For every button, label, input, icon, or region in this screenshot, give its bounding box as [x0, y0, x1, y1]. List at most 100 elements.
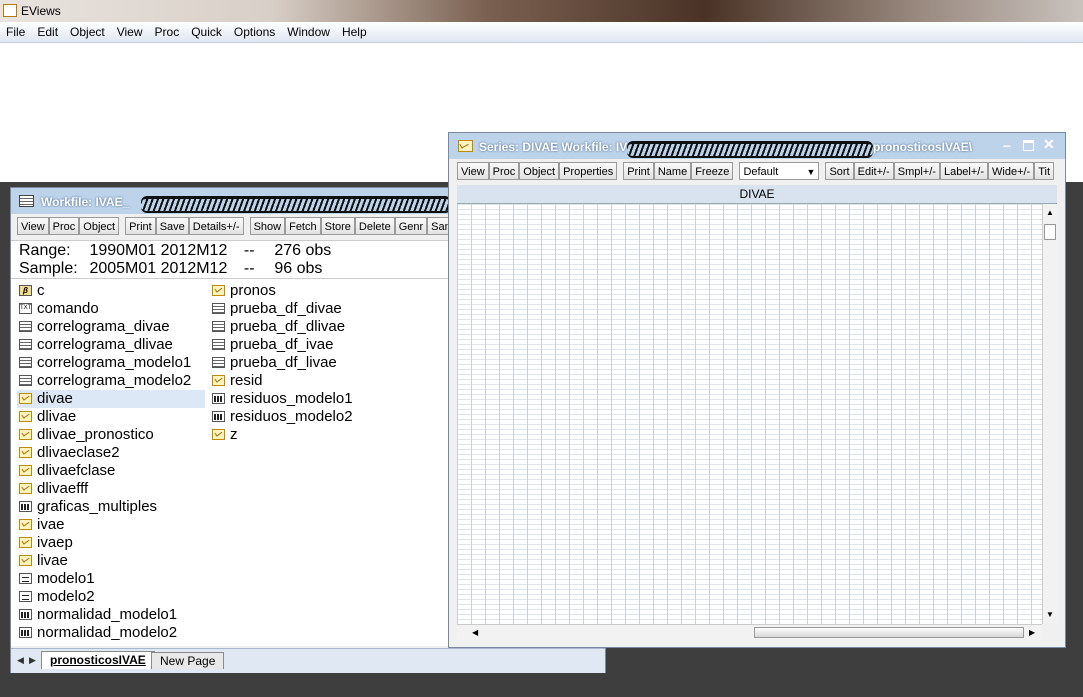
scroll-left-icon[interactable]: ◀ [472, 628, 478, 637]
spreadsheet-header: DIVAE [457, 185, 1057, 204]
workfile-show-button[interactable]: Show [249, 217, 286, 235]
object-list-item[interactable]: correlograma_dlivae [19, 336, 173, 354]
object-name: correlograma_divae [37, 318, 170, 335]
object-list-item[interactable]: divae [17, 390, 205, 408]
workfile-object-button[interactable]: Object [79, 217, 120, 235]
app-titlebar: EViews [0, 0, 1083, 22]
object-list-item[interactable]: modelo1 [19, 570, 95, 588]
close-icon[interactable]: ✕ [1043, 136, 1055, 153]
object-list-item[interactable]: correlograma_modelo2 [19, 372, 191, 390]
object-name: normalidad_modelo2 [37, 624, 178, 641]
vertical-scrollbar[interactable]: ▲ ▼ [1042, 204, 1058, 624]
menu-file[interactable]: File [0, 22, 31, 39]
scroll-right-icon[interactable]: ▶ [1029, 628, 1035, 637]
object-name: dlivaeclase2 [37, 444, 120, 461]
sample-dash: -- [243, 260, 255, 277]
menu-view[interactable]: View [111, 22, 149, 39]
series-wide-button[interactable]: Wide+/- [988, 162, 1035, 180]
menu-object[interactable]: Object [64, 22, 111, 39]
object-name: residuos_modelo1 [230, 390, 353, 407]
object-list-item[interactable]: dlivae [19, 408, 76, 426]
object-list-item[interactable]: TXT comando [19, 300, 99, 318]
series-title-button[interactable]: Tit [1034, 162, 1055, 180]
graph-icon [19, 500, 32, 512]
series-spreadsheet[interactable] [457, 204, 1042, 624]
menu-help[interactable]: Help [336, 22, 373, 39]
series-edit-button[interactable]: Edit+/- [853, 162, 894, 180]
object-list-item[interactable]: correlograma_modelo1 [19, 354, 191, 372]
workfile-delete-button[interactable]: Delete [354, 217, 395, 235]
object-name: z [230, 426, 238, 443]
workfile-details-button[interactable]: Details+/- [188, 217, 244, 235]
series-print-button[interactable]: Print [623, 162, 654, 180]
scroll-down-icon[interactable]: ▼ [1046, 610, 1054, 619]
object-list-item[interactable]: ivaep [19, 534, 73, 552]
workfile-proc-button[interactable]: Proc [48, 217, 80, 235]
maximize-icon[interactable] [1023, 140, 1034, 151]
series-titlebar[interactable]: Series: DIVAE Workfile: IV pronosticosIV… [449, 133, 1065, 159]
workfile-print-button[interactable]: Print [125, 217, 156, 235]
object-list-item[interactable]: z [212, 426, 238, 444]
workfile-fetch-button[interactable]: Fetch [285, 217, 321, 235]
sample-obs: 96 obs [274, 260, 323, 277]
object-list-item[interactable]: βc [19, 282, 45, 300]
object-list-item[interactable]: ivae [19, 516, 65, 534]
tab-scroll-right-icon[interactable]: ▶ [29, 655, 36, 666]
series-view-button[interactable]: View [457, 162, 489, 180]
object-name: prueba_df_dlivae [230, 318, 346, 335]
workfile-view-button[interactable]: View [17, 217, 49, 235]
object-list-item[interactable]: modelo2 [19, 588, 95, 606]
object-list-item[interactable]: prueba_df_divae [212, 300, 342, 318]
tab-new-page[interactable]: New Page [151, 652, 225, 669]
object-list-item[interactable]: livae [19, 552, 68, 570]
series-icon [212, 428, 225, 440]
tab-pronosticosivae[interactable]: pronosticosIVAE [41, 651, 155, 669]
object-name: residuos_modelo2 [230, 408, 353, 425]
vertical-scroll-thumb[interactable] [1044, 224, 1056, 240]
horizontal-scroll-thumb[interactable] [754, 627, 1024, 638]
object-name: comando [37, 300, 99, 317]
object-list-item[interactable]: dlivae_pronostico [19, 426, 154, 444]
menu-quick[interactable]: Quick [185, 22, 228, 39]
scroll-up-icon[interactable]: ▲ [1046, 208, 1054, 217]
series-name-button[interactable]: Name [653, 162, 692, 180]
object-list-item[interactable]: prueba_df_ivae [212, 336, 333, 354]
series-properties-button[interactable]: Properties [559, 162, 618, 180]
object-list-item[interactable]: normalidad_modelo2 [19, 624, 177, 642]
object-list-item[interactable]: residuos_modelo1 [212, 390, 353, 408]
object-name: dlivaefclase [37, 462, 116, 479]
menu-window[interactable]: Window [281, 22, 336, 39]
series-smpl-button[interactable]: Smpl+/- [893, 162, 940, 180]
workfile-store-button[interactable]: Store [320, 217, 355, 235]
series-sort-button[interactable]: Sort [825, 162, 854, 180]
object-list-item[interactable]: dlivaefff [19, 480, 88, 498]
object-name: ivae [37, 516, 65, 533]
workfile-save-button[interactable]: Save [155, 217, 189, 235]
table-icon [212, 356, 225, 368]
object-list-item[interactable]: correlograma_divae [19, 318, 170, 336]
object-list-item[interactable]: normalidad_modelo1 [19, 606, 177, 624]
series-icon [19, 410, 32, 422]
minimize-icon[interactable]: – [1003, 137, 1011, 153]
horizontal-scrollbar[interactable]: ◀ ▶ [457, 624, 1042, 641]
object-list-item[interactable]: dlivaefclase [19, 462, 115, 480]
object-list-item[interactable]: pronos [212, 282, 276, 300]
object-list-item[interactable]: graficas_multiples [19, 498, 157, 516]
object-list-item[interactable]: resid [212, 372, 263, 390]
menu-edit[interactable]: Edit [31, 22, 64, 39]
object-list-item[interactable]: prueba_df_livae [212, 354, 337, 372]
object-list-item[interactable]: dlivaeclase2 [19, 444, 120, 462]
object-list-item[interactable]: prueba_df_dlivae [212, 318, 345, 336]
series-proc-button[interactable]: Proc [488, 162, 520, 180]
menu-options[interactable]: Options [228, 22, 281, 39]
object-list-item[interactable]: residuos_modelo2 [212, 408, 353, 426]
object-name: ivaep [37, 534, 73, 551]
series-icon [19, 482, 32, 494]
menu-proc[interactable]: Proc [149, 22, 186, 39]
display-select[interactable]: Default ▼ [739, 162, 820, 180]
series-label-button[interactable]: Label+/- [939, 162, 989, 180]
workfile-genr-button[interactable]: Genr [394, 217, 428, 235]
series-object-button[interactable]: Object [519, 162, 560, 180]
tab-scroll-left-icon[interactable]: ◀ [17, 655, 24, 666]
series-freeze-button[interactable]: Freeze [691, 162, 734, 180]
